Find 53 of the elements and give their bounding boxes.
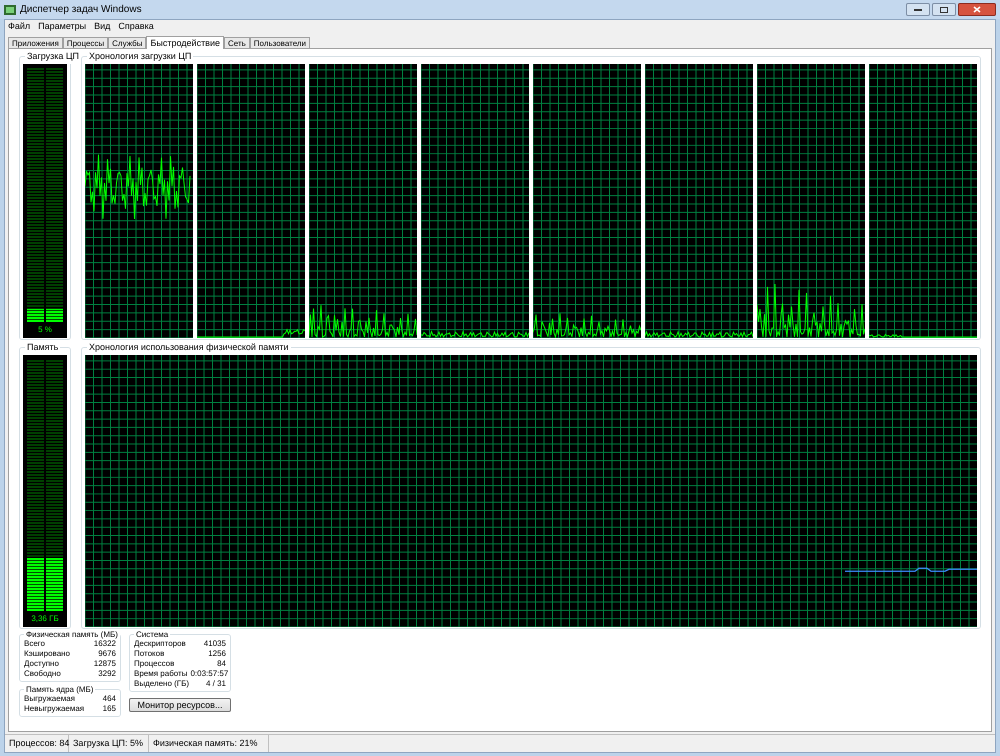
stat-value: 165 [102,704,116,714]
minimize-button[interactable] [906,3,930,16]
group-title: Память ядра (МБ) [25,685,94,694]
stat-label: Время работы [134,669,188,679]
stat-label: Свободно [24,669,61,679]
stat-value: 3292 [98,669,116,679]
stat-value: 41035 [204,639,226,649]
group-title: Физическая память (МБ) [25,630,119,639]
menu-item[interactable]: Вид [94,20,110,34]
stat-value: 1256 [208,649,226,659]
meter-reading: 5 % [38,324,52,336]
stat-value: 4 / 31 [206,679,226,689]
window-title: Диспетчер задач Windows [20,3,142,17]
stat-label: Потоков [134,649,164,659]
status-text: Физическая память: 21% [149,735,269,752]
group-title: Хронология загрузки ЦП [88,50,192,63]
maximize-button[interactable] [932,3,956,16]
stat-value: 464 [102,694,116,704]
stat-label: Доступно [24,659,59,669]
stat-label: Невыгружаемая [24,704,84,714]
group-title: Память [26,341,60,354]
close-icon [973,6,981,13]
stat-label: Процессов [134,659,174,669]
meter-reading: 3,36 ГБ [31,612,59,624]
menu-item[interactable]: Параметры [38,20,86,34]
tab[interactable]: Службы [108,37,146,48]
stat-value: 84 [217,659,226,669]
menu-item[interactable]: Справка [118,20,154,34]
tab[interactable]: Приложения [8,37,63,48]
stat-label: Выделено (ГБ) [134,679,190,689]
tab[interactable]: Пользователи [250,37,310,48]
stat-label: Дескрипторов [134,639,186,649]
tab[interactable]: Быстродействие [146,36,224,49]
group-title: Система [135,630,170,639]
stat-label: Всего [24,639,45,649]
tab[interactable]: Процессы [62,37,108,48]
group-title: Загрузка ЦП [26,50,80,63]
status-text: Загрузка ЦП: 5% [69,735,149,752]
stat-label: Выгружаемая [24,694,75,704]
stat-value: 0:03:57:57 [190,669,228,679]
tab[interactable]: Сеть [224,37,250,48]
stat-label: Кэшировано [24,649,70,659]
close-button[interactable] [958,3,996,16]
restore-icon [940,6,948,12]
stat-value: 9676 [98,649,116,659]
resource-monitor-button[interactable]: Монитор ресурсов... [129,698,231,712]
app-icon [4,4,16,14]
status-text: Процессов: 84 [5,735,69,752]
group-title: Хронология использования физической памяти [88,341,290,354]
stat-value: 16322 [94,639,116,649]
menu-item[interactable]: Файл [8,20,30,34]
minimize-icon [914,8,922,11]
stat-value: 12875 [94,659,116,669]
